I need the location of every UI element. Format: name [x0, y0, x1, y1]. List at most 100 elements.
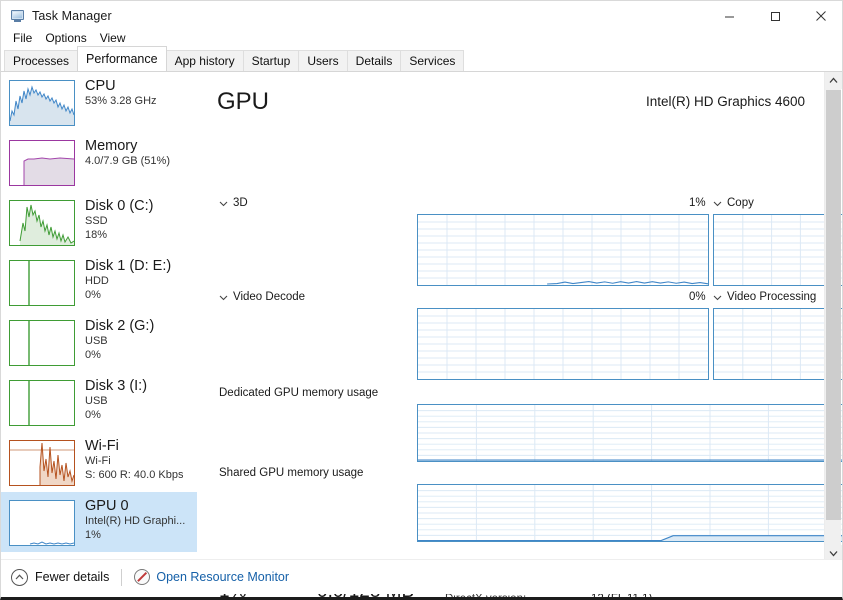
memory-thumbnail-graph: [9, 140, 75, 186]
gpu0-thumbnail-graph: [9, 500, 75, 546]
task-manager-icon: [9, 8, 25, 24]
sidebar-item-line3: 0%: [85, 348, 101, 361]
engine-value-video-decode: 0%: [689, 291, 706, 303]
sidebar-item-name: Memory: [85, 138, 138, 154]
scrollbar-up-arrow-icon[interactable]: [825, 72, 842, 89]
fewer-details-button[interactable]: Fewer details: [11, 568, 110, 586]
open-resource-monitor-link[interactable]: Open Resource Monitor: [134, 569, 289, 585]
sidebar-item-line2: 4.0/7.9 GB (51%): [85, 155, 170, 167]
tab-processes[interactable]: Processes: [4, 50, 79, 71]
sidebar-item-name: GPU 0: [85, 498, 129, 514]
sidebar-item-disk0[interactable]: Disk 0 (C:) SSD 18%: [1, 192, 197, 252]
resource-sidebar: CPU 53% 3.28 GHz Memory 4.0/7.9 GB (51%): [1, 72, 197, 562]
graph-video-decode: [417, 308, 709, 380]
scrollbar-thumb[interactable]: [826, 90, 841, 520]
chevron-down-icon: [219, 295, 228, 300]
sidebar-item-line3: S: 600 R: 40.0 Kbps: [85, 468, 184, 481]
sidebar-item-name: Wi-Fi: [85, 438, 119, 454]
sidebar-item-gpu0[interactable]: GPU 0 Intel(R) HD Graphi... 1%: [1, 492, 197, 552]
engine-header-3d[interactable]: 3D: [219, 197, 248, 209]
sidebar-item-text: Wi-Fi Wi-Fi S: 600 R: 40.0 Kbps: [85, 438, 183, 482]
menu-item-view[interactable]: View: [94, 30, 132, 46]
tab-details[interactable]: Details: [346, 50, 402, 71]
chevron-down-icon: [713, 201, 722, 206]
sidebar-item-line3: 0%: [85, 288, 101, 301]
engine-header-video-decode[interactable]: Video Decode: [219, 291, 305, 303]
shared-memory-label: Shared GPU memory usage: [219, 467, 364, 479]
window-controls: [706, 1, 842, 31]
wifi-thumbnail-graph: [9, 440, 75, 486]
graph-shared-memory: [417, 484, 842, 542]
sidebar-item-line3: 0%: [85, 408, 101, 421]
sidebar-item-text: Memory 4.0/7.9 GB (51%): [85, 138, 170, 169]
engine-header-video-processing[interactable]: Video Processing: [713, 291, 816, 303]
gpu-model-name: Intel(R) HD Graphics 4600: [645, 94, 805, 109]
dedicated-memory-label: Dedicated GPU memory usage: [219, 387, 379, 399]
minimize-button[interactable]: [706, 1, 752, 31]
sidebar-item-name: CPU: [85, 78, 116, 94]
sidebar-item-text: Disk 3 (I:) USB 0%: [85, 378, 147, 422]
title-bar: Task Manager: [1, 1, 842, 31]
disk2-thumbnail-graph: [9, 320, 75, 366]
sidebar-item-text: GPU 0 Intel(R) HD Graphi... 1%: [85, 498, 185, 542]
task-manager-window: Task Manager File Options View Processes…: [0, 0, 843, 600]
resource-monitor-icon: [134, 569, 151, 585]
sidebar-item-line2: USB: [85, 335, 108, 347]
sidebar-item-line2: USB: [85, 395, 108, 407]
engine-label-3d: 3D: [233, 197, 248, 209]
sidebar-item-line2: HDD: [85, 275, 109, 287]
menu-bar: File Options View: [1, 29, 842, 47]
menu-item-file[interactable]: File: [7, 30, 38, 46]
sidebar-item-text: Disk 1 (D: E:) HDD 0%: [85, 258, 171, 302]
tab-startup[interactable]: Startup: [242, 50, 300, 71]
window-title: Task Manager: [32, 9, 112, 23]
tab-services[interactable]: Services: [400, 50, 465, 71]
fewer-details-label: Fewer details: [35, 570, 110, 584]
page-title: GPU: [217, 88, 270, 115]
open-resource-monitor-label: Open Resource Monitor: [156, 570, 290, 584]
sidebar-item-text: Disk 0 (C:) SSD 18%: [85, 198, 153, 242]
maximize-button[interactable]: [752, 1, 798, 31]
sidebar-item-line2: Intel(R) HD Graphi...: [85, 515, 186, 527]
sidebar-item-disk2[interactable]: Disk 2 (G:) USB 0%: [1, 312, 197, 372]
cpu-thumbnail-graph: [9, 80, 75, 126]
disk3-thumbnail-graph: [9, 380, 75, 426]
engine-label-video-decode: Video Decode: [233, 291, 306, 303]
sidebar-item-cpu[interactable]: CPU 53% 3.28 GHz: [1, 72, 197, 132]
sidebar-item-disk1[interactable]: Disk 1 (D: E:) HDD 0%: [1, 252, 197, 312]
sidebar-item-memory[interactable]: Memory 4.0/7.9 GB (51%): [1, 132, 197, 192]
engine-value-3d: 1%: [689, 197, 706, 209]
sidebar-item-name: Disk 3 (I:): [85, 378, 148, 394]
info-key-directx-version: DirectX version:: [445, 593, 527, 600]
graph-3d: [417, 214, 709, 286]
menu-item-options[interactable]: Options: [39, 30, 92, 46]
graph-dedicated-memory: [417, 404, 842, 462]
gpu-detail-panel: GPU Intel(R) HD Graphics 4600 3D 1% Copy…: [197, 72, 842, 597]
chevron-up-circle-icon: [11, 568, 28, 586]
sidebar-item-disk3[interactable]: Disk 3 (I:) USB 0%: [1, 372, 197, 432]
sidebar-item-line3: 1%: [85, 528, 101, 541]
tab-app-history[interactable]: App history: [165, 50, 244, 71]
disk1-thumbnail-graph: [9, 260, 75, 306]
vertical-scrollbar[interactable]: [824, 72, 842, 562]
engine-label-video-processing: Video Processing: [727, 291, 817, 303]
chevron-down-icon: [713, 295, 722, 300]
tab-performance[interactable]: Performance: [77, 46, 167, 71]
sidebar-item-name: Disk 1 (D: E:): [85, 258, 172, 274]
sidebar-item-line2: SSD: [85, 215, 108, 227]
sidebar-item-line3: 18%: [85, 228, 108, 241]
info-value-directx-version: 12 (FL 11.1): [591, 593, 653, 600]
engine-header-copy[interactable]: Copy: [713, 197, 754, 209]
sidebar-item-name: Disk 2 (G:): [85, 318, 155, 334]
engine-label-copy: Copy: [727, 197, 754, 209]
status-bar: Fewer details Open Resource Monitor: [1, 559, 842, 594]
sidebar-item-wifi[interactable]: Wi-Fi Wi-Fi S: 600 R: 40.0 Kbps: [1, 432, 197, 492]
sidebar-item-line2: Wi-Fi: [85, 455, 111, 467]
sidebar-item-name: Disk 0 (C:): [85, 198, 154, 214]
chevron-down-icon: [219, 201, 228, 206]
sidebar-item-text: Disk 2 (G:) USB 0%: [85, 318, 154, 362]
disk0-thumbnail-graph: [9, 200, 75, 246]
tab-users[interactable]: Users: [298, 50, 348, 71]
status-divider: [121, 568, 123, 586]
close-button[interactable]: [798, 1, 842, 31]
